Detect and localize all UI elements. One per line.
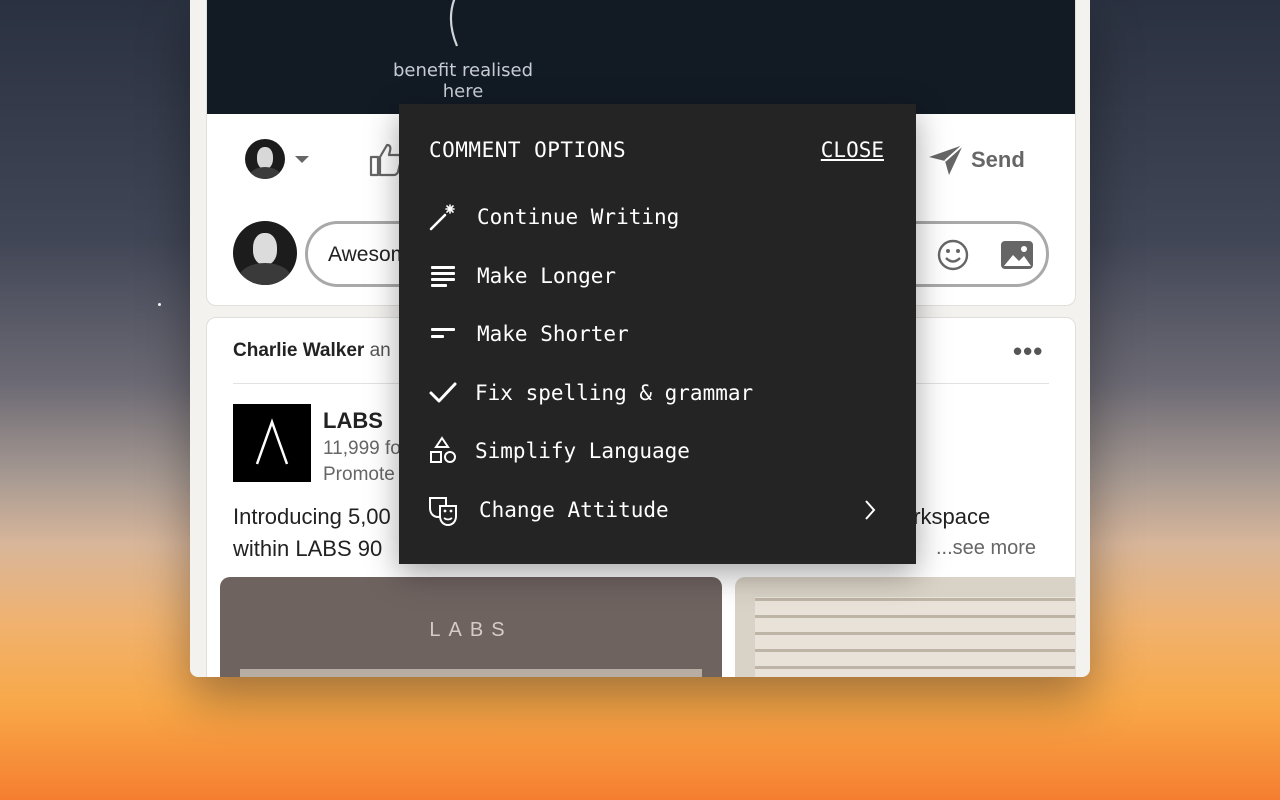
avatar — [245, 139, 285, 179]
company-logo[interactable] — [233, 404, 311, 482]
actor-switcher[interactable] — [245, 139, 309, 179]
chevron-down-icon — [295, 155, 309, 163]
menu-item-fix-spelling[interactable]: Fix spelling & grammar — [427, 371, 887, 415]
lines-long-icon — [427, 260, 459, 292]
shapes-icon — [427, 435, 459, 467]
post-hero-image: benefit realised here — [207, 0, 1075, 114]
hero-caption: benefit realised here — [392, 60, 534, 102]
menu-item-label: Simplify Language — [475, 439, 690, 463]
magic-wand-icon — [427, 201, 459, 233]
more-options-icon[interactable]: ••• — [1013, 336, 1043, 367]
image-icon[interactable] — [1000, 240, 1034, 270]
post-text-line: within LABS 90 — [233, 536, 383, 561]
media-brand-title: LABS — [429, 619, 513, 641]
send-icon — [929, 144, 964, 175]
menu-item-change-attitude[interactable]: Change Attitude — [427, 488, 887, 532]
check-icon — [427, 377, 459, 409]
comment-draft-text: Awesom — [328, 243, 409, 266]
avatar — [233, 221, 297, 285]
post-text-line: Introducing 5,00 — [233, 504, 391, 529]
menu-item-label: Make Longer — [477, 264, 617, 288]
promoted-label: Promote — [323, 464, 395, 485]
menu-item-make-longer[interactable]: Make Longer — [427, 254, 887, 298]
curved-arrow-icon — [449, 0, 459, 47]
comment-options-popup: COMMENT OPTIONS CLOSE Continue Writing M… — [399, 104, 916, 564]
emoji-icon[interactable] — [936, 238, 970, 272]
popup-title: COMMENT OPTIONS — [429, 138, 627, 162]
post-media-image[interactable] — [735, 577, 1075, 677]
menu-item-label: Fix spelling & grammar — [475, 381, 754, 405]
social-context: Charlie Walker an — [233, 340, 391, 362]
send-label: Send — [971, 147, 1025, 172]
menu-item-continue-writing[interactable]: Continue Writing — [427, 195, 887, 239]
social-context-suffix: an — [369, 340, 391, 361]
post-media-image[interactable]: LABS — [220, 577, 722, 677]
background-star — [158, 303, 161, 306]
company-followers: 11,999 fo — [323, 438, 401, 459]
menu-item-label: Make Shorter — [477, 322, 629, 346]
menu-item-simplify-language[interactable]: Simplify Language — [427, 429, 887, 473]
menu-item-label: Continue Writing — [477, 205, 680, 229]
menu-item-make-shorter[interactable]: Make Shorter — [427, 312, 887, 356]
see-more-link[interactable]: ...see more — [936, 537, 1036, 560]
chevron-right-icon — [865, 500, 876, 520]
author-name[interactable]: Charlie Walker — [233, 340, 364, 361]
menu-item-label: Change Attitude — [479, 498, 669, 522]
theater-masks-icon — [427, 494, 459, 526]
send-button[interactable]: Send — [927, 143, 1025, 177]
lines-short-icon — [427, 318, 459, 350]
company-name[interactable]: LABS — [323, 408, 383, 434]
close-button[interactable]: CLOSE — [821, 138, 884, 162]
